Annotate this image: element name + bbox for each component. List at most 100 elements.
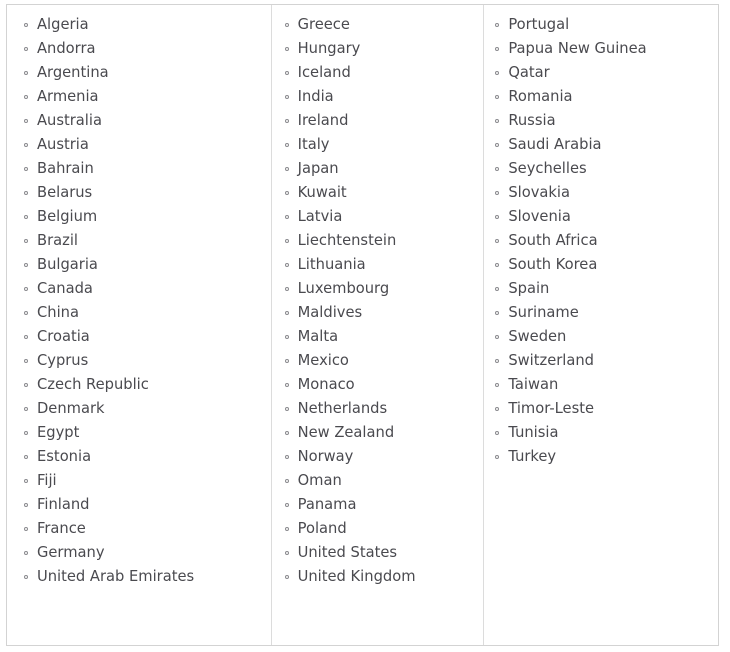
country-list-item[interactable]: Timor-Leste	[484, 397, 718, 421]
country-list-item[interactable]: Germany	[7, 541, 271, 565]
country-list-item[interactable]: China	[7, 301, 271, 325]
country-list-item[interactable]: Italy	[272, 133, 484, 157]
country-list-item[interactable]: Ireland	[272, 109, 484, 133]
country-list-item[interactable]: Saudi Arabia	[484, 133, 718, 157]
country-name-label: Panama	[297, 496, 357, 513]
country-list-item[interactable]: Oman	[272, 469, 484, 493]
country-list-item[interactable]: South Africa	[484, 229, 718, 253]
country-list-item[interactable]: Luxembourg	[272, 277, 484, 301]
country-list-1: Algeria Andorra Argentina Armenia Australia A…	[7, 5, 271, 589]
country-name-label: Austria	[37, 136, 89, 153]
circle-outline-icon	[495, 119, 500, 123]
country-list-item[interactable]: Greece	[272, 13, 484, 37]
country-list-item[interactable]: Australia	[7, 109, 271, 133]
country-list-item[interactable]: Armenia	[7, 85, 271, 109]
country-list-item[interactable]: Egypt	[7, 421, 271, 445]
country-list-item[interactable]: Monaco	[272, 373, 484, 397]
country-list-item[interactable]: Turkey	[484, 445, 718, 469]
country-list-item[interactable]: Slovakia	[484, 181, 718, 205]
country-name-label: Lithuania	[297, 256, 366, 273]
circle-outline-icon	[284, 575, 289, 579]
country-name-label: Ireland	[297, 112, 349, 129]
circle-outline-icon	[284, 527, 289, 531]
country-list-item[interactable]: France	[7, 517, 271, 541]
country-name-label: Maldives	[297, 304, 363, 321]
country-list-item[interactable]: Poland	[272, 517, 484, 541]
country-list-item[interactable]: Norway	[272, 445, 484, 469]
circle-outline-icon	[24, 71, 28, 75]
country-list-item[interactable]: Canada	[7, 277, 271, 301]
country-list-item[interactable]: Bulgaria	[7, 253, 271, 277]
country-name-label: Spain	[508, 280, 550, 297]
country-name-label: Luxembourg	[297, 280, 390, 297]
country-list-item[interactable]: New Zealand	[272, 421, 484, 445]
country-list-item[interactable]: Algeria	[7, 13, 271, 37]
country-name-label: Poland	[297, 520, 347, 537]
country-list-item[interactable]: South Korea	[484, 253, 718, 277]
country-list-item[interactable]: Brazil	[7, 229, 271, 253]
country-list-item[interactable]: Seychelles	[484, 157, 718, 181]
country-list-item[interactable]: Fiji	[7, 469, 271, 493]
country-list-item[interactable]: United States	[272, 541, 484, 565]
country-list-item[interactable]: Argentina	[7, 61, 271, 85]
country-list-item[interactable]: Tunisia	[484, 421, 718, 445]
country-list-item[interactable]: Hungary	[272, 37, 484, 61]
country-list-item[interactable]: Bahrain	[7, 157, 271, 181]
country-list-item[interactable]: Iceland	[272, 61, 484, 85]
country-list-item[interactable]: Estonia	[7, 445, 271, 469]
country-list-item[interactable]: Liechtenstein	[272, 229, 484, 253]
circle-outline-icon	[284, 503, 289, 507]
circle-outline-icon	[24, 503, 28, 507]
country-list-item[interactable]: Lithuania	[272, 253, 484, 277]
circle-outline-icon	[24, 119, 28, 123]
circle-outline-icon	[24, 407, 28, 411]
country-list-item[interactable]: Sweden	[484, 325, 718, 349]
country-list-item[interactable]: Maldives	[272, 301, 484, 325]
country-name-label: Tunisia	[508, 424, 559, 441]
circle-outline-icon	[284, 119, 289, 123]
country-name-label: Argentina	[37, 64, 109, 81]
country-list-item[interactable]: Switzerland	[484, 349, 718, 373]
country-list-item[interactable]: Panama	[272, 493, 484, 517]
country-list-item[interactable]: Finland	[7, 493, 271, 517]
country-list-item[interactable]: Andorra	[7, 37, 271, 61]
country-list-item[interactable]: Malta	[272, 325, 484, 349]
country-list-item[interactable]: Kuwait	[272, 181, 484, 205]
country-list-item[interactable]: Latvia	[272, 205, 484, 229]
country-name-label: Malta	[297, 328, 339, 345]
country-name-label: Italy	[297, 136, 330, 153]
circle-outline-icon	[284, 455, 289, 459]
country-list-item[interactable]: Croatia	[7, 325, 271, 349]
country-list-item[interactable]: Mexico	[272, 349, 484, 373]
country-list-item[interactable]: Cyprus	[7, 349, 271, 373]
country-list-item[interactable]: Slovenia	[484, 205, 718, 229]
country-list-item[interactable]: Spain	[484, 277, 718, 301]
circle-outline-icon	[284, 239, 289, 243]
country-list-item[interactable]: United Arab Emirates	[7, 565, 271, 589]
country-list-item[interactable]: Portugal	[484, 13, 718, 37]
country-list-item[interactable]: Papua New Guinea	[484, 37, 718, 61]
country-list-item[interactable]: Belgium	[7, 205, 271, 229]
circle-outline-icon	[284, 167, 289, 171]
country-name-label: Qatar	[508, 64, 550, 81]
country-name-label: Switzerland	[508, 352, 595, 369]
country-name-label: Norway	[297, 448, 354, 465]
country-list-item[interactable]: Japan	[272, 157, 484, 181]
country-list-item[interactable]: Czech Republic	[7, 373, 271, 397]
country-list-item[interactable]: Austria	[7, 133, 271, 157]
country-list-item[interactable]: India	[272, 85, 484, 109]
country-list-item[interactable]: Belarus	[7, 181, 271, 205]
circle-outline-icon	[284, 431, 289, 435]
country-list-item[interactable]: Denmark	[7, 397, 271, 421]
country-list-item[interactable]: United Kingdom	[272, 565, 484, 589]
country-list-item[interactable]: Russia	[484, 109, 718, 133]
country-list-item[interactable]: Qatar	[484, 61, 718, 85]
country-list-item[interactable]: Taiwan	[484, 373, 718, 397]
country-list-item[interactable]: Romania	[484, 85, 718, 109]
circle-outline-icon	[495, 23, 500, 27]
country-name-label: Australia	[37, 112, 102, 129]
country-list-item[interactable]: Suriname	[484, 301, 718, 325]
circle-outline-icon	[24, 479, 28, 483]
country-name-label: Belgium	[37, 208, 98, 225]
country-list-item[interactable]: Netherlands	[272, 397, 484, 421]
